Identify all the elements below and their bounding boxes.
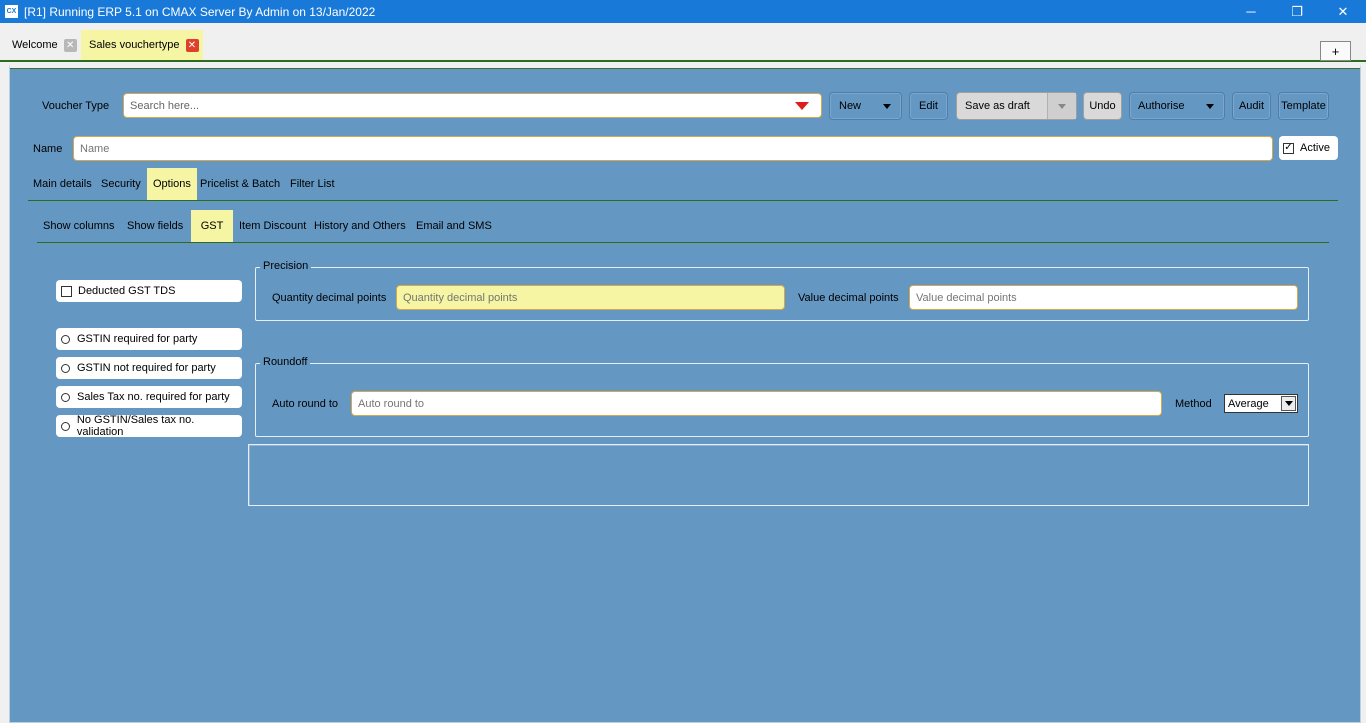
auto-round-label: Auto round to: [272, 398, 339, 410]
tab-item-discount[interactable]: Item Discount: [233, 210, 312, 242]
deducted-gst-tds-label: Deducted GST TDS: [78, 285, 176, 297]
save-options-dropdown[interactable]: [1047, 93, 1076, 119]
method-value: Average: [1228, 397, 1269, 410]
main-tabs-divider: [28, 200, 1338, 201]
radio-icon: [61, 334, 70, 344]
auto-round-input[interactable]: [351, 391, 1162, 416]
window-controls: ─ ❐ ✕: [1228, 0, 1366, 23]
tab-pricelist-batch[interactable]: Pricelist & Batch: [194, 168, 286, 200]
undo-button[interactable]: Undo: [1083, 92, 1122, 120]
radio-no-validation[interactable]: No GSTIN/Sales tax no. validation: [56, 414, 242, 438]
radio-label: GSTIN required for party: [77, 333, 198, 345]
window-title: [R1] Running ERP 5.1 on CMAX Server By A…: [24, 4, 376, 19]
tab-email-sms[interactable]: Email and SMS: [410, 210, 498, 242]
tab-welcome[interactable]: Welcome ✕: [4, 30, 81, 60]
method-select[interactable]: Average: [1224, 394, 1298, 413]
radio-label: No GSTIN/Sales tax no. validation: [76, 414, 195, 438]
radio-icon: [61, 421, 70, 431]
restore-icon[interactable]: ❐: [1274, 0, 1320, 23]
chevron-down-icon[interactable]: [1281, 396, 1296, 411]
save-as-draft-button[interactable]: Save as draft: [956, 92, 1077, 120]
radio-label: GSTIN not required for party: [77, 362, 216, 374]
checkbox-icon: [61, 285, 72, 297]
radio-icon: [61, 392, 70, 402]
chevron-down-icon: [1206, 104, 1214, 109]
authorise-label: Authorise: [1138, 100, 1185, 112]
roundoff-title: Roundoff: [260, 356, 311, 368]
authorise-button[interactable]: Authorise: [1129, 92, 1225, 120]
radio-gstin-required[interactable]: GSTIN required for party: [56, 328, 242, 350]
close-tab-icon[interactable]: ✕: [63, 38, 77, 52]
name-input[interactable]: [73, 136, 1273, 161]
tab-main-details[interactable]: Main details: [27, 168, 98, 200]
close-tab-icon[interactable]: ✕: [185, 38, 199, 52]
template-button[interactable]: Template: [1278, 92, 1329, 120]
new-button[interactable]: New: [829, 92, 902, 120]
dropdown-arrow-icon[interactable]: [795, 102, 809, 110]
audit-button[interactable]: Audit: [1232, 92, 1271, 120]
minimize-icon[interactable]: ─: [1228, 0, 1274, 23]
method-label: Method: [1175, 398, 1212, 410]
radio-icon: [61, 363, 70, 373]
chevron-down-icon: [1058, 103, 1066, 109]
sub-tabs-divider: [37, 242, 1329, 243]
tab-options[interactable]: Options: [147, 168, 197, 200]
name-label: Name: [33, 143, 63, 155]
edit-button[interactable]: Edit: [909, 92, 948, 120]
tab-sales-vouchertype[interactable]: Sales vouchertype ✕: [81, 30, 203, 60]
active-label: Active: [1300, 142, 1330, 154]
quantity-decimal-input[interactable]: [396, 285, 785, 310]
close-icon[interactable]: ✕: [1320, 0, 1366, 23]
tab-gst[interactable]: GST: [191, 210, 233, 242]
tab-label: Sales vouchertype: [89, 39, 180, 51]
tab-history-others[interactable]: History and Others: [308, 210, 412, 242]
voucher-type-label: Voucher Type: [42, 100, 110, 112]
empty-panel: [248, 444, 1309, 506]
voucher-type-search-input[interactable]: Search here...: [123, 93, 822, 118]
chevron-down-icon: [883, 104, 891, 109]
value-decimal-label: Value decimal points: [798, 292, 899, 304]
tab-show-columns[interactable]: Show columns: [37, 210, 121, 242]
tab-show-fields[interactable]: Show fields: [121, 210, 189, 242]
new-button-label: New: [839, 100, 862, 112]
radio-sales-tax-required[interactable]: Sales Tax no. required for party: [56, 386, 242, 408]
tab-label: Welcome: [12, 39, 58, 51]
radio-label: Sales Tax no. required for party: [77, 391, 230, 403]
tab-security[interactable]: Security: [95, 168, 147, 200]
new-tab-button[interactable]: +: [1320, 41, 1351, 61]
deducted-gst-tds-checkbox[interactable]: Deducted GST TDS: [56, 280, 242, 302]
title-bar: CX [R1] Running ERP 5.1 on CMAX Server B…: [0, 0, 1366, 23]
checkmark-icon: ✓: [1283, 142, 1294, 154]
precision-group: Precision Quantity decimal points Value …: [255, 260, 1309, 321]
roundoff-group: Roundoff Auto round to Method Average: [255, 356, 1309, 437]
tab-filter-list[interactable]: Filter List: [284, 168, 341, 200]
radio-gstin-not-required[interactable]: GSTIN not required for party: [56, 357, 242, 379]
active-checkbox[interactable]: ✓ Active: [1279, 136, 1338, 160]
precision-title: Precision: [260, 260, 312, 272]
main-panel: Voucher Type Search here... New Edit Sav…: [9, 64, 1361, 723]
search-placeholder: Search here...: [130, 100, 200, 112]
quantity-decimal-label: Quantity decimal points: [272, 292, 387, 304]
save-draft-label: Save as draft: [965, 100, 1030, 112]
app-icon: CX: [5, 5, 18, 18]
document-tab-strip: Welcome ✕ Sales vouchertype ✕ +: [0, 23, 1366, 62]
value-decimal-input[interactable]: [909, 285, 1298, 310]
